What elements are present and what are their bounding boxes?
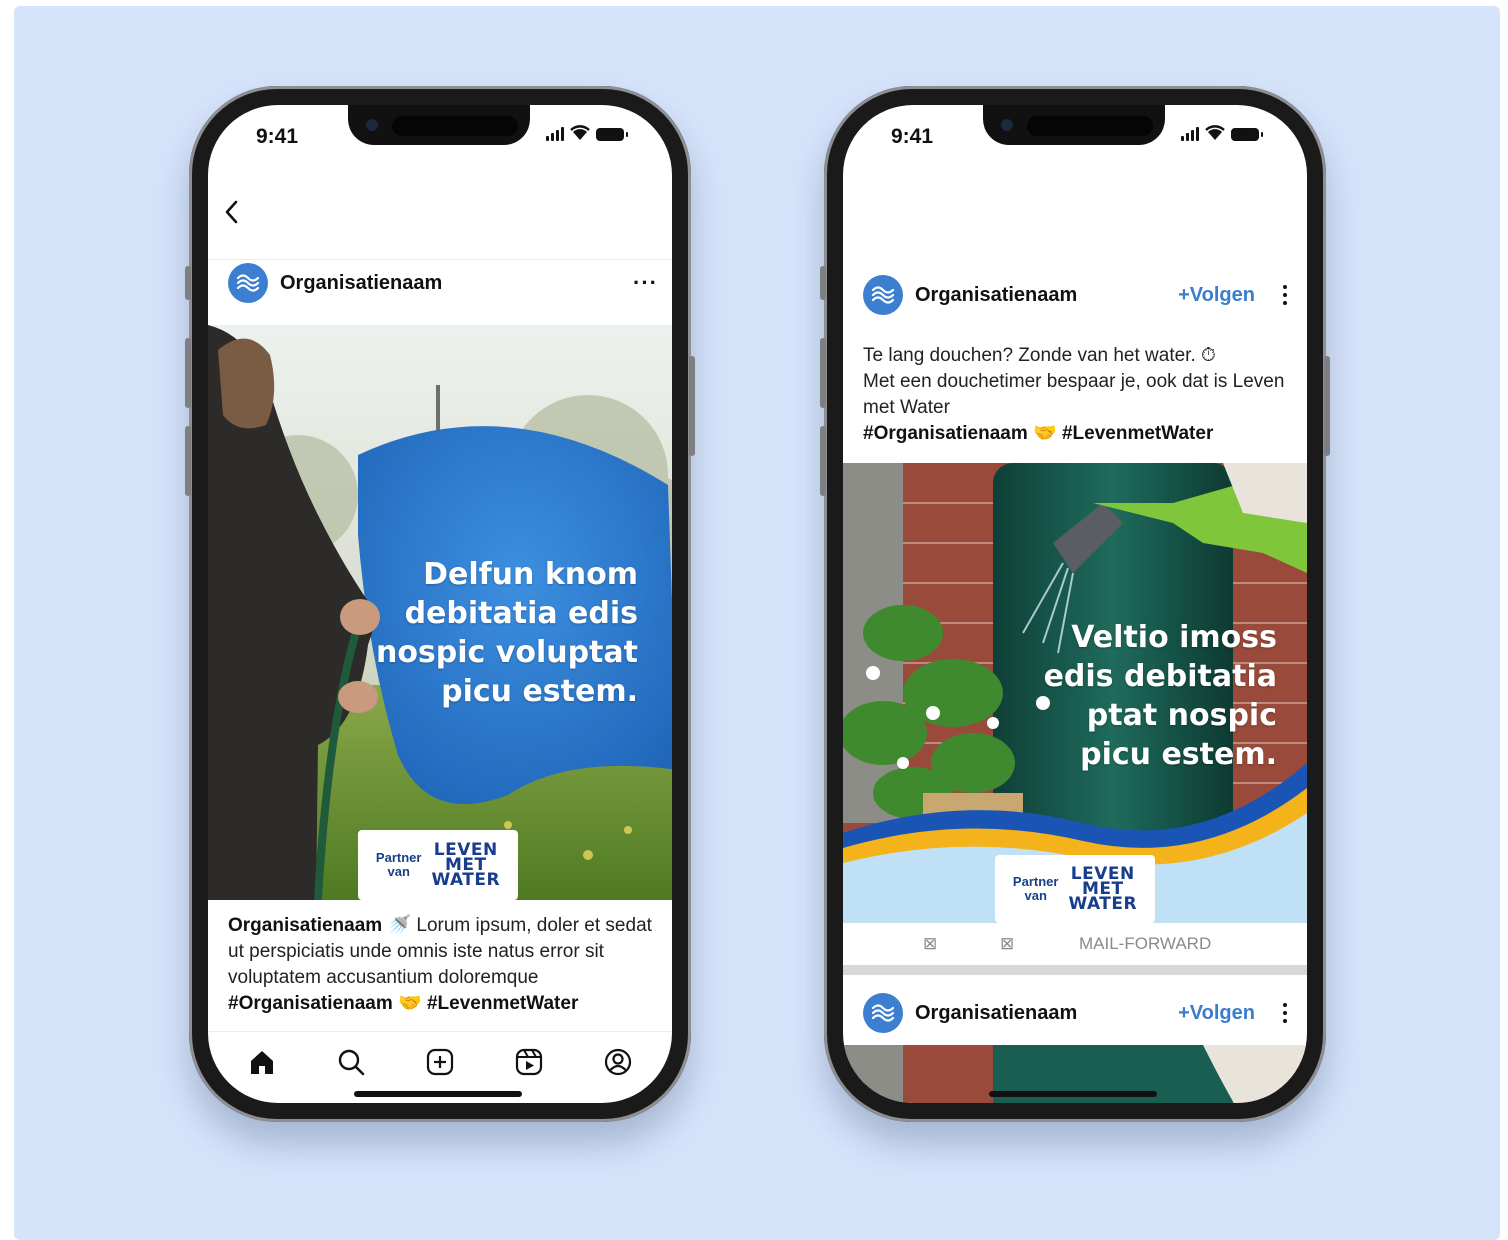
wifi-icon	[570, 125, 590, 140]
waves-logo-icon	[871, 286, 895, 304]
post-header: Organisatienaam ···	[228, 263, 658, 303]
more-options-icon[interactable]: ···	[633, 270, 658, 296]
post-image: Veltio imoss edis debitatia ptat nospic …	[843, 463, 1307, 923]
headline-line: edis debitatia	[1043, 659, 1277, 694]
handshake-emoji: 🤝	[398, 993, 422, 1014]
signal-icon	[1181, 125, 1199, 141]
status-icons	[546, 125, 628, 141]
follow-button[interactable]: +Volgen	[1178, 284, 1255, 307]
post-image: Delfun knom debitatia edis nospic volupt…	[208, 325, 672, 900]
post-header: Organisatienaam +Volgen	[863, 993, 1287, 1033]
caption-org-name[interactable]: Organisatienaam	[228, 915, 382, 936]
partner-label: Partner van	[375, 850, 422, 879]
home-indicator[interactable]	[354, 1091, 522, 1097]
org-name[interactable]: Organisatienaam	[915, 1002, 1077, 1025]
headline-line: nospic voluptat	[375, 635, 638, 670]
follow-button[interactable]: +Volgen	[1178, 1002, 1255, 1025]
shower-emoji: 🚿	[387, 915, 412, 936]
status-time: 9:41	[256, 125, 299, 148]
avatar[interactable]	[228, 263, 268, 303]
phone-right: 9:41 Organisatienaam +Volgen Te lang dou…	[820, 86, 1330, 1122]
screen-left: 9:41 Organisatienaam ··· Delfun knom deb…	[208, 105, 672, 1103]
mute-switch	[185, 266, 191, 300]
post-text-line: Met een douchetimer bespaar je, ook dat …	[863, 371, 1285, 418]
chevron-left-icon[interactable]	[222, 197, 242, 227]
battery-icon	[1231, 128, 1263, 141]
like-icon[interactable]: ⊠	[923, 934, 937, 954]
post-headline: Veltio imoss edis debitatia ptat nospic …	[1044, 618, 1277, 774]
power-button	[1324, 356, 1330, 456]
post-header: Organisatienaam +Volgen	[863, 275, 1287, 315]
hashtag-link[interactable]: #LevenmetWater	[1062, 423, 1213, 444]
headline-line: Veltio imoss	[1071, 620, 1277, 655]
wifi-icon	[1205, 125, 1225, 140]
screen-right: 9:41 Organisatienaam +Volgen Te lang dou…	[843, 105, 1307, 1103]
share-button[interactable]: MAIL-FORWARD	[1079, 934, 1211, 954]
partner-logo: Partner van LEVEN MET WATER	[995, 855, 1155, 923]
hashtag-link[interactable]: #Organisatienaam	[863, 423, 1028, 444]
waves-logo-icon	[236, 274, 260, 292]
avatar[interactable]	[863, 993, 903, 1033]
waves-logo-icon	[871, 1004, 895, 1022]
headline-line: picu estem.	[1080, 737, 1277, 772]
post-headline: Delfun knom debitatia edis nospic volupt…	[376, 555, 638, 711]
home-icon[interactable]	[247, 1047, 277, 1077]
comment-icon[interactable]: ⊠	[1000, 934, 1014, 954]
headline-line: ptat nospic	[1086, 698, 1277, 733]
volume-up-button	[820, 338, 826, 408]
leven-met-water-logo: LEVEN MET WATER	[1068, 863, 1138, 914]
more-vertical-icon[interactable]	[1283, 1003, 1287, 1023]
hashtag-link[interactable]: #Organisatienaam	[228, 993, 393, 1014]
search-icon[interactable]	[336, 1047, 366, 1077]
battery-icon	[596, 128, 628, 141]
volume-down-button	[820, 426, 826, 496]
post-text-line: Te lang douchen? Zonde van het water. ⏱	[863, 345, 1216, 366]
partner-label: Partner van	[1012, 874, 1059, 903]
volume-up-button	[185, 338, 191, 408]
notch	[983, 105, 1165, 145]
volume-down-button	[185, 426, 191, 496]
notch	[348, 105, 530, 145]
org-name[interactable]: Organisatienaam	[280, 272, 442, 295]
header-divider	[208, 259, 672, 260]
leven-met-water-logo: LEVEN MET WATER	[431, 839, 501, 890]
avatar[interactable]	[863, 275, 903, 315]
phone-left: 9:41 Organisatienaam ··· Delfun knom deb…	[185, 86, 695, 1122]
home-indicator[interactable]	[989, 1091, 1157, 1097]
headline-line: debitatia edis	[404, 596, 638, 631]
headline-line: Delfun knom	[423, 557, 638, 592]
signal-icon	[546, 125, 564, 141]
org-name[interactable]: Organisatienaam	[915, 284, 1077, 307]
post-actions: ⊠ ⊠ MAIL-FORWARD	[843, 925, 1307, 963]
reels-icon[interactable]	[514, 1047, 544, 1077]
power-button	[689, 356, 695, 456]
partner-logo: Partner van LEVEN MET WATER	[358, 830, 518, 900]
mute-switch	[820, 266, 826, 300]
post-caption: Organisatienaam 🚿 Lorum ipsum, doler et …	[228, 913, 668, 1017]
handshake-emoji: 🤝	[1033, 423, 1057, 444]
status-icons	[1181, 125, 1263, 141]
post-text: Te lang douchen? Zonde van het water. ⏱ …	[863, 343, 1293, 447]
hashtag-link[interactable]: #LevenmetWater	[427, 993, 578, 1014]
add-post-icon[interactable]	[425, 1047, 455, 1077]
bottom-nav	[208, 1031, 672, 1091]
feed-divider	[843, 965, 1307, 975]
more-vertical-icon[interactable]	[1283, 285, 1287, 305]
headline-line: picu estem.	[441, 674, 638, 709]
status-time: 9:41	[891, 125, 934, 148]
profile-icon[interactable]	[603, 1047, 633, 1077]
